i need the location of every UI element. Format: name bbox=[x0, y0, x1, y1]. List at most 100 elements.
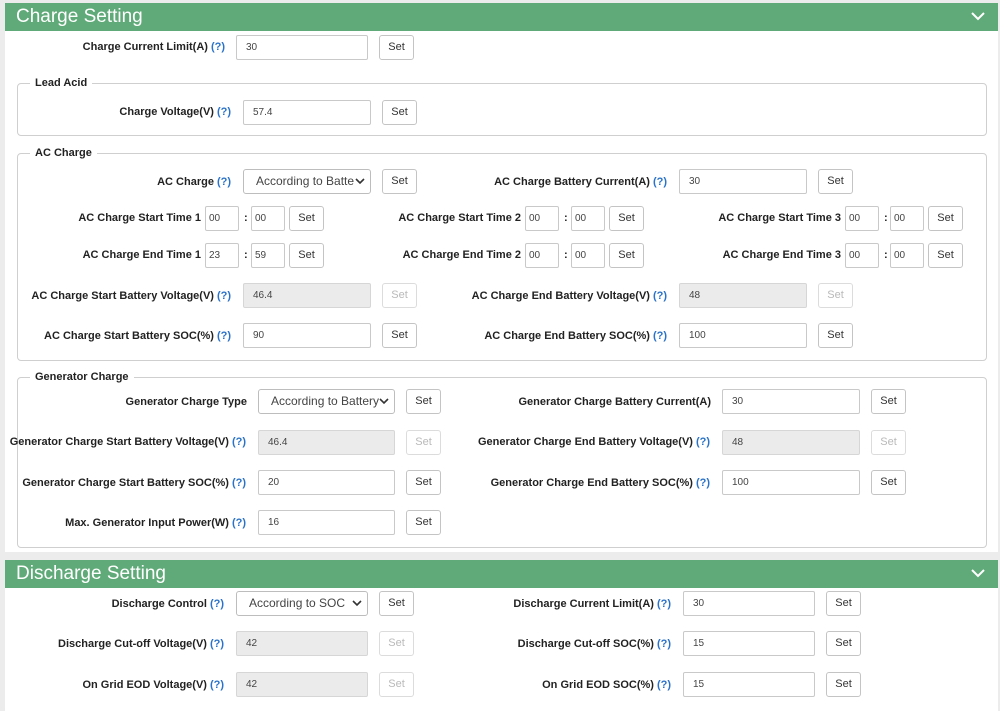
on-grid-eod-soc-input[interactable]: 15 bbox=[683, 672, 815, 697]
help-icon[interactable]: (?) bbox=[217, 290, 231, 302]
set-button[interactable]: Set bbox=[826, 591, 861, 616]
set-button[interactable]: Set bbox=[406, 510, 441, 535]
help-icon[interactable]: (?) bbox=[696, 477, 710, 489]
discharge-control-select[interactable]: According to SOC bbox=[236, 591, 368, 616]
label-text: Charge Voltage(V) bbox=[119, 106, 214, 118]
ac-charge-end-battery-soc-input[interactable]: 100 bbox=[679, 323, 807, 348]
ac-charge-start-battery-soc-input[interactable]: 90 bbox=[243, 323, 371, 348]
on-grid-eod-voltage-label: On Grid EOD Voltage(V) (?) bbox=[30, 678, 224, 692]
help-icon[interactable]: (?) bbox=[217, 330, 231, 342]
set-button[interactable]: Set bbox=[382, 323, 417, 348]
ac-start-time-3-minute-input[interactable]: 00 bbox=[890, 206, 924, 231]
ac-end-time-3-hour-input[interactable]: 00 bbox=[845, 243, 879, 268]
set-button[interactable]: Set bbox=[826, 672, 861, 697]
charge-current-limit-input[interactable]: 30 bbox=[236, 35, 368, 60]
discharge-current-limit-input[interactable]: 30 bbox=[683, 591, 815, 616]
generator-charge-type-select[interactable]: According to Battery bbox=[258, 389, 395, 414]
ac-end-time-2-hour-input[interactable]: 00 bbox=[525, 243, 559, 268]
ac-start-time-3-hour-input[interactable]: 00 bbox=[845, 206, 879, 231]
generator-charge-start-battery-soc-input[interactable]: 20 bbox=[258, 470, 395, 495]
label-text: Discharge Cut-off SOC(%) bbox=[517, 638, 654, 650]
set-button[interactable]: Set bbox=[382, 100, 417, 125]
help-icon[interactable]: (?) bbox=[211, 41, 225, 53]
generator-charge-end-battery-voltage-input: 48 bbox=[722, 430, 860, 455]
selected-value: According to Batte bbox=[256, 174, 355, 188]
time-separator: : bbox=[244, 212, 248, 224]
help-icon[interactable]: (?) bbox=[653, 330, 667, 342]
ac-charge-battery-current-input[interactable]: 30 bbox=[679, 169, 807, 194]
label-text: Charge Current Limit(A) bbox=[82, 41, 208, 53]
set-button[interactable]: Set bbox=[928, 243, 963, 268]
label-text: AC Charge End Battery Voltage(V) bbox=[471, 290, 650, 302]
set-button-disabled: Set bbox=[379, 672, 414, 697]
label-text: Generator Charge Start Battery Voltage(V… bbox=[9, 436, 229, 448]
set-button[interactable]: Set bbox=[609, 243, 644, 268]
set-button[interactable]: Set bbox=[928, 206, 963, 231]
help-icon[interactable]: (?) bbox=[210, 598, 224, 610]
help-icon[interactable]: (?) bbox=[696, 436, 710, 448]
help-icon[interactable]: (?) bbox=[653, 176, 667, 188]
label-text: AC Charge bbox=[157, 176, 214, 188]
help-icon[interactable]: (?) bbox=[217, 106, 231, 118]
help-icon[interactable]: (?) bbox=[232, 517, 246, 529]
charge-voltage-input[interactable]: 57.4 bbox=[243, 100, 371, 125]
max-generator-input-power-input[interactable]: 16 bbox=[258, 510, 395, 535]
set-button-disabled: Set bbox=[871, 430, 906, 455]
set-button[interactable]: Set bbox=[406, 389, 441, 414]
help-icon[interactable]: (?) bbox=[232, 436, 246, 448]
help-icon[interactable]: (?) bbox=[210, 679, 224, 691]
help-icon[interactable]: (?) bbox=[210, 638, 224, 650]
discharge-setting-header[interactable]: Discharge Setting bbox=[5, 560, 998, 588]
generator-charge-type-label: Generator Charge Type bbox=[125, 396, 247, 408]
ac-start-time-1-hour-input[interactable]: 00 bbox=[205, 206, 239, 231]
set-button[interactable]: Set bbox=[379, 591, 414, 616]
set-button[interactable]: Set bbox=[289, 243, 324, 268]
help-icon[interactable]: (?) bbox=[657, 679, 671, 691]
help-icon[interactable]: (?) bbox=[217, 176, 231, 188]
label-text: Discharge Control bbox=[111, 598, 207, 610]
ac-charge-select[interactable]: According to Batte bbox=[243, 169, 371, 194]
chevron-down-icon bbox=[355, 176, 365, 186]
set-button[interactable]: Set bbox=[818, 169, 853, 194]
generator-charge-end-battery-soc-input[interactable]: 100 bbox=[722, 470, 860, 495]
ac-end-time-3-minute-input[interactable]: 00 bbox=[890, 243, 924, 268]
set-button-disabled: Set bbox=[818, 283, 853, 308]
set-button[interactable]: Set bbox=[406, 470, 441, 495]
ac-start-time-2-minute-input[interactable]: 00 bbox=[571, 206, 605, 231]
set-button[interactable]: Set bbox=[871, 470, 906, 495]
ac-charge-end-time-1-label: AC Charge End Time 1 bbox=[82, 249, 201, 261]
ac-charge-end-battery-soc-label: AC Charge End Battery SOC(%) (?) bbox=[440, 329, 667, 343]
label-text: AC Charge Start Battery SOC(%) bbox=[44, 330, 214, 342]
time-separator: : bbox=[884, 212, 888, 224]
ac-start-time-2-hour-input[interactable]: 00 bbox=[525, 206, 559, 231]
generator-charge-legend: Generator Charge bbox=[30, 370, 134, 384]
set-button[interactable]: Set bbox=[289, 206, 324, 231]
label-text: AC Charge Battery Current(A) bbox=[494, 176, 650, 188]
help-icon[interactable]: (?) bbox=[657, 638, 671, 650]
time-separator: : bbox=[564, 212, 568, 224]
generator-charge-battery-current-input[interactable]: 30 bbox=[722, 389, 860, 414]
discharge-setting-title: Discharge Setting bbox=[16, 563, 166, 584]
generator-charge-start-battery-soc-label: Generator Charge Start Battery SOC(%) (?) bbox=[10, 476, 246, 490]
set-button[interactable]: Set bbox=[382, 169, 417, 194]
discharge-cutoff-voltage-label: Discharge Cut-off Voltage(V) (?) bbox=[30, 637, 224, 651]
set-button-disabled: Set bbox=[382, 283, 417, 308]
set-button[interactable]: Set bbox=[826, 631, 861, 656]
charge-setting-header[interactable]: Charge Setting bbox=[5, 3, 998, 31]
set-button[interactable]: Set bbox=[871, 389, 906, 414]
ac-end-time-1-minute-input[interactable]: 59 bbox=[251, 243, 285, 268]
ac-charge-start-time-3-label: AC Charge Start Time 3 bbox=[718, 212, 841, 224]
ac-start-time-1-minute-input[interactable]: 00 bbox=[251, 206, 285, 231]
help-icon[interactable]: (?) bbox=[653, 290, 667, 302]
set-button[interactable]: Set bbox=[609, 206, 644, 231]
help-icon[interactable]: (?) bbox=[232, 477, 246, 489]
help-icon[interactable]: (?) bbox=[657, 598, 671, 610]
chevron-down-icon[interactable] bbox=[970, 565, 986, 581]
ac-end-time-2-minute-input[interactable]: 00 bbox=[571, 243, 605, 268]
set-button[interactable]: Set bbox=[379, 35, 414, 60]
lead-acid-legend: Lead Acid bbox=[30, 76, 93, 90]
discharge-cutoff-soc-input[interactable]: 15 bbox=[683, 631, 815, 656]
ac-end-time-1-hour-input[interactable]: 23 bbox=[205, 243, 239, 268]
set-button[interactable]: Set bbox=[818, 323, 853, 348]
chevron-down-icon[interactable] bbox=[970, 8, 986, 24]
